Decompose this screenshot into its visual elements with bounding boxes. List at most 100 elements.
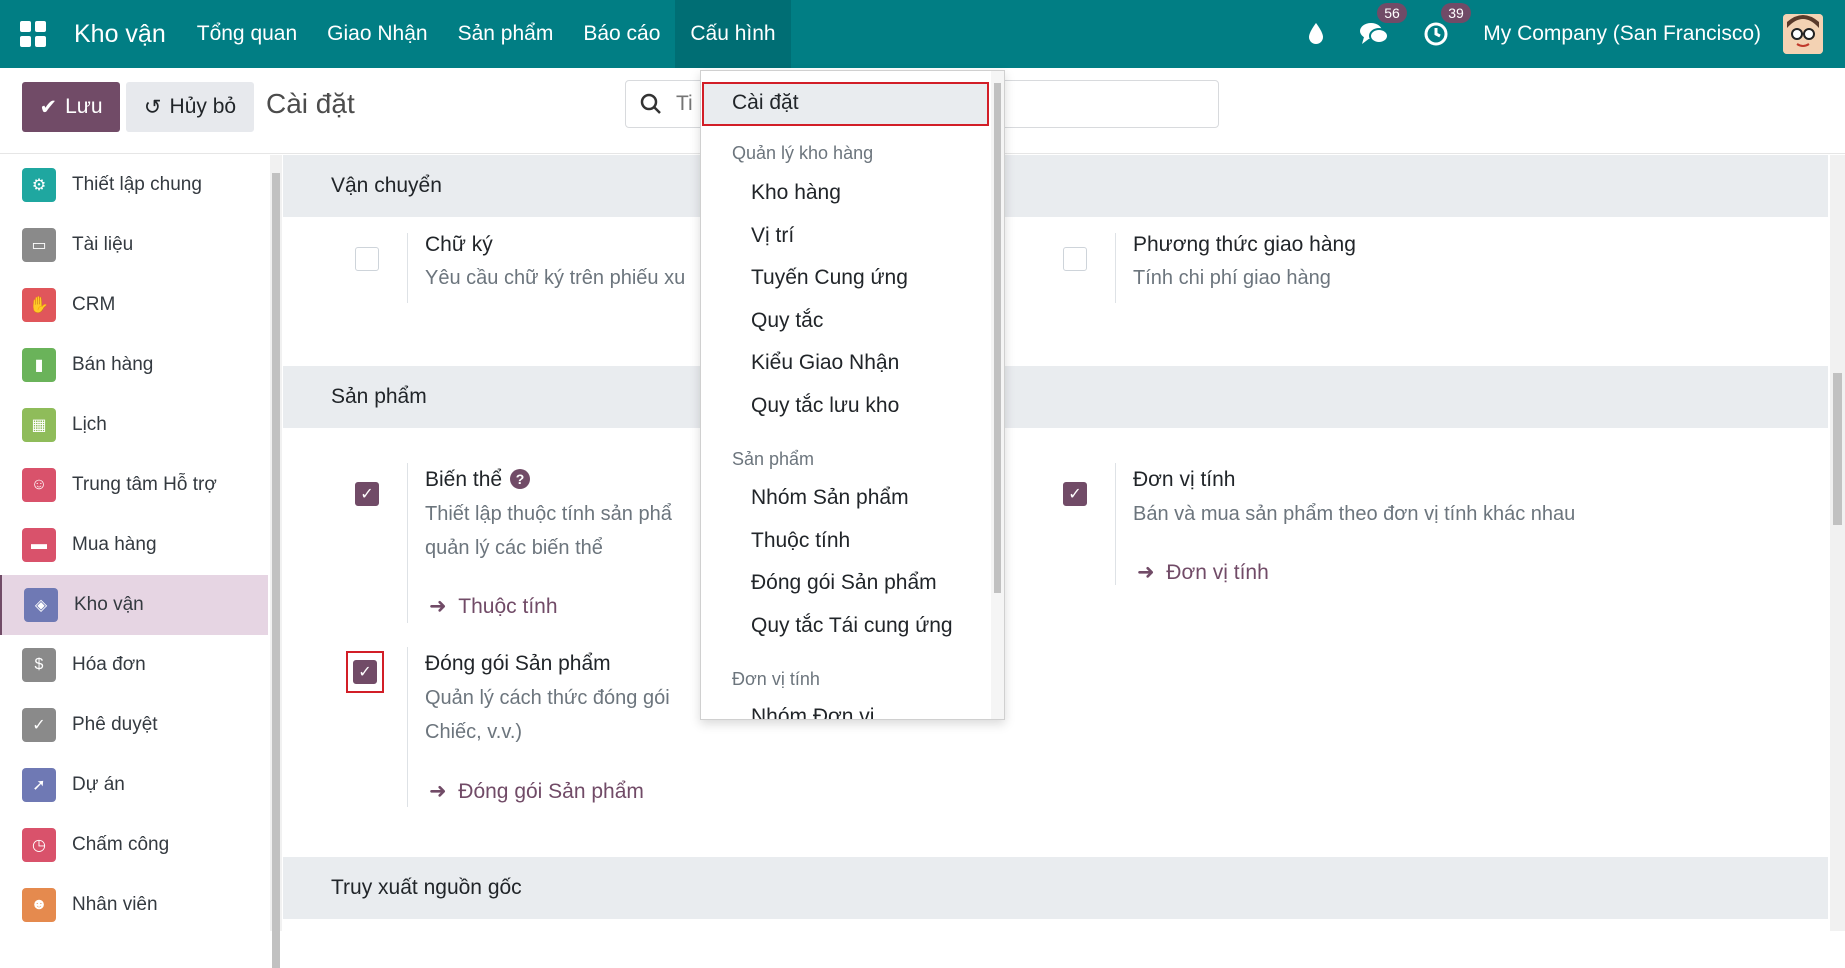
dropdown-item-product-packagings[interactable]: Đóng gói Sản phẩm (751, 571, 937, 595)
packaging-checkbox[interactable]: ✓ (353, 660, 377, 684)
sidebar-item-timesheets[interactable]: ◷ Chấm công (0, 815, 268, 875)
top-navbar: Kho vận Tổng quan Giao Nhận Sản phẩm Báo… (0, 0, 1845, 68)
dropdown-header-products: Sản phẩm (732, 449, 815, 469)
sidebar-item-label: Nhân viên (72, 894, 158, 915)
help-icon[interactable]: ? (510, 469, 531, 489)
search-icon (640, 93, 661, 114)
user-avatar[interactable] (1783, 14, 1823, 54)
save-button[interactable]: ✔ Lưu (22, 82, 120, 132)
undo-icon: ↺ (143, 95, 162, 119)
packaging-link[interactable]: ➜ Đóng gói Sản phẩm (429, 779, 644, 804)
activities-clock-icon[interactable]: 39 (1423, 3, 1471, 47)
page-title: Cài đặt (266, 88, 355, 119)
dropdown-item-operation-types[interactable]: Kiểu Giao Nhận (751, 351, 899, 375)
variants-title: Biến thể? (425, 468, 531, 492)
divider (407, 233, 408, 303)
sidebar-item-project[interactable]: ➚ Dự án (0, 755, 268, 815)
arrow-right-icon: ➜ (429, 595, 447, 618)
dropdown-item-settings[interactable]: Cài đặt (702, 82, 989, 126)
dropdown-item-rules[interactable]: Quy tắc (751, 309, 823, 333)
discard-label: Hủy bỏ (169, 95, 237, 118)
discard-button[interactable]: ↺ Hủy bỏ (126, 82, 254, 132)
dropdown-item-locations[interactable]: Vị trí (751, 224, 794, 248)
dropdown-item-warehouses[interactable]: Kho hàng (751, 181, 841, 205)
divider (407, 463, 408, 623)
sidebar-item-general[interactable]: ⚙ Thiết lập chung (0, 155, 268, 215)
divider (1115, 233, 1116, 303)
sidebar-item-label: Hóa đơn (72, 654, 146, 675)
apps-menu-icon[interactable] (20, 21, 46, 47)
sidebar-item-helpdesk[interactable]: ☺ Trung tâm Hỗ trợ (0, 455, 268, 515)
sidebar-item-label: Chấm công (72, 834, 170, 855)
uom-checkbox[interactable]: ✓ (1063, 482, 1087, 506)
signature-title: Chữ ký (425, 233, 493, 256)
dropdown-scrollbar[interactable] (991, 71, 1004, 719)
menu-configuration[interactable]: Cấu hình (675, 0, 791, 68)
user-check-icon: ✓ (22, 708, 56, 742)
dropdown-item-putaway-rules[interactable]: Quy tắc lưu kho (751, 394, 899, 418)
sidebar-item-label: Lịch (72, 414, 107, 435)
credit-card-icon: ▬ (22, 528, 56, 562)
dropdown-item-routes[interactable]: Tuyến Cung ứng (751, 266, 908, 290)
dropdown-header-warehouse-management: Quản lý kho hàng (732, 143, 874, 163)
settings-content: Vận chuyển Chữ ký Yêu cầu chữ ký trên ph… (283, 155, 1828, 931)
dropdown-item-product-categories[interactable]: Nhóm Sản phẩm (751, 486, 909, 510)
sidebar-item-documents[interactable]: ▭ Tài liệu (0, 215, 268, 275)
sidebar-item-employees[interactable]: ☻ Nhân viên (0, 875, 268, 931)
sidebar-item-calendar[interactable]: ▦ Lịch (0, 395, 268, 455)
sidebar-item-label: Kho vận (74, 594, 144, 615)
sidebar-item-crm[interactable]: ✋ CRM (0, 275, 268, 335)
menu-transfers[interactable]: Giao Nhận (312, 0, 442, 68)
timer-icon: ◷ (22, 828, 56, 862)
menu-products[interactable]: Sản phẩm (443, 0, 569, 68)
sidebar-item-purchase[interactable]: ▬ Mua hàng (0, 515, 268, 575)
packaging-description-line2: Chiếc, v.v.) (425, 721, 523, 743)
messages-icon[interactable]: 56 (1359, 3, 1407, 47)
uom-title: Đơn vị tính (1133, 468, 1236, 491)
menu-overview[interactable]: Tổng quan (182, 0, 312, 68)
support-icon: ☺ (22, 468, 56, 502)
variants-checkbox[interactable]: ✓ (355, 482, 379, 506)
people-icon: ☻ (22, 888, 56, 922)
sidebar-item-inventory[interactable]: ◈ Kho vận (0, 575, 268, 635)
packaging-description-line1: Quản lý cách thức đóng gói (425, 687, 670, 709)
delivery-method-checkbox[interactable] (1063, 247, 1087, 271)
gear-icon: ⚙ (22, 168, 56, 202)
sidebar-item-label: Mua hàng (72, 534, 157, 555)
sidebar-item-invoicing[interactable]: $ Hóa đơn (0, 635, 268, 695)
sidebar-item-label: CRM (72, 294, 116, 315)
signature-checkbox[interactable] (355, 247, 379, 271)
dropdown-item-reordering-rules[interactable]: Quy tắc Tái cung ứng (751, 614, 953, 638)
main-scrollbar[interactable] (1830, 155, 1845, 931)
sidebar-item-label: Bán hàng (72, 354, 154, 375)
uom-link[interactable]: ➜ Đơn vị tính (1137, 560, 1269, 585)
configuration-dropdown: Cài đặt Quản lý kho hàng Kho hàng Vị trí… (700, 70, 1005, 720)
attributes-link-label: Thuộc tính (458, 595, 558, 618)
sidebar-item-label: Phê duyệt (72, 714, 158, 735)
divider (407, 647, 408, 807)
dropdown-item-attributes[interactable]: Thuộc tính (751, 529, 850, 553)
signature-description: Yêu cầu chữ ký trên phiếu xu (425, 267, 686, 289)
box-icon: ◈ (24, 588, 58, 622)
dropdown-item-uom-categories[interactable]: Nhóm Đơn vị (751, 705, 874, 719)
sidebar-item-approvals[interactable]: ✓ Phê duyệt (0, 695, 268, 755)
sidebar-item-sales[interactable]: ▮ Bán hàng (0, 335, 268, 395)
invoice-icon: $ (22, 648, 56, 682)
delivery-method-description: Tính chi phí giao hàng (1133, 267, 1331, 289)
check-icon: ✔ (39, 95, 58, 119)
dropdown-header-uom: Đơn vị tính (732, 669, 820, 689)
menu-reporting[interactable]: Báo cáo (568, 0, 675, 68)
app-brand[interactable]: Kho vận (74, 20, 166, 49)
section-shipping-title: Vận chuyển (283, 155, 1828, 217)
dropdown-item-label: Cài đặt (732, 91, 799, 114)
messages-badge: 56 (1377, 3, 1407, 23)
company-switcher[interactable]: My Company (San Francisco) (1483, 22, 1761, 46)
attributes-link[interactable]: ➜ Thuộc tính (429, 594, 558, 619)
navbar-systray: 56 39 My Company (San Francisco) (1307, 0, 1845, 68)
sidebar-item-label: Dự án (72, 774, 125, 795)
section-traceability-title: Truy xuất nguồn gốc (283, 857, 1828, 919)
save-label: Lưu (65, 95, 103, 118)
sidebar-scrollbar[interactable] (270, 155, 282, 968)
drop-icon[interactable] (1307, 22, 1325, 46)
arrow-right-icon: ➜ (429, 780, 447, 803)
